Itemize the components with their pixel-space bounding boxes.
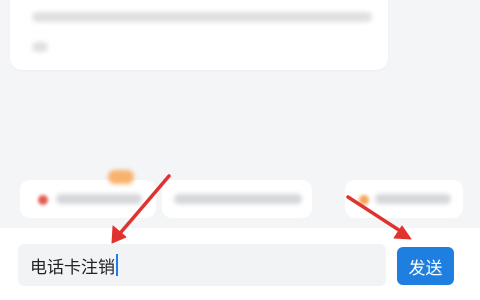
blurred-message-text xyxy=(32,42,48,52)
blurred-chip-text xyxy=(375,194,451,204)
chip-icon xyxy=(359,195,369,205)
chip-icon xyxy=(38,195,48,205)
message-input-value: 电话卡注销 xyxy=(30,257,115,278)
message-input[interactable]: 电话卡注销 xyxy=(18,244,386,286)
text-caret xyxy=(116,254,118,276)
chat-screen: 电话卡注销 发送 xyxy=(0,0,480,300)
quick-reply-chip[interactable] xyxy=(162,180,312,218)
quick-reply-chip[interactable] xyxy=(20,180,156,218)
blurred-chip-text xyxy=(174,194,302,204)
blurred-message-text xyxy=(32,12,372,22)
hot-badge xyxy=(108,170,134,184)
chat-message-bubble xyxy=(10,0,388,70)
blurred-chip-text xyxy=(56,194,142,204)
send-button[interactable]: 发送 xyxy=(397,247,454,285)
quick-reply-chip[interactable] xyxy=(345,180,463,218)
input-bar: 电话卡注销 发送 xyxy=(0,228,480,300)
